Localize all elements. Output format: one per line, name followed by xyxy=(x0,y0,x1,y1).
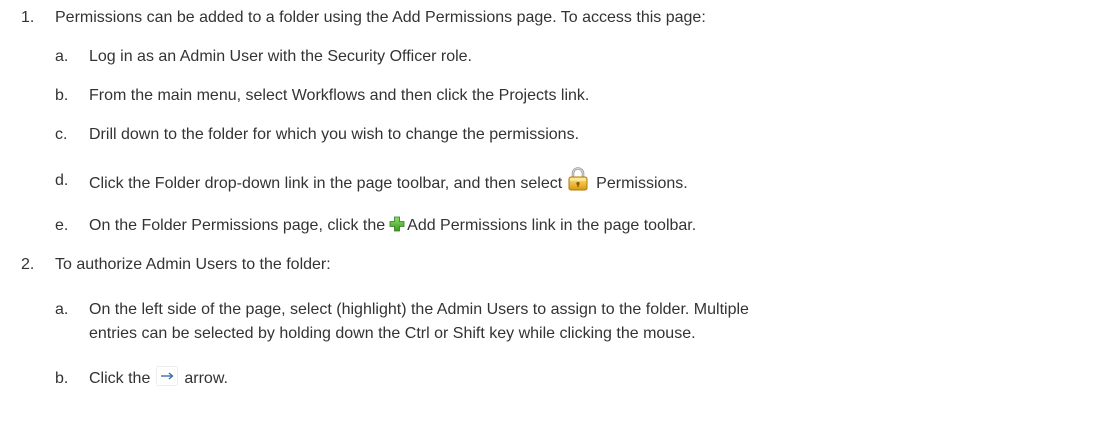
substep-text-before: Click the Folder drop-down link in the p… xyxy=(89,175,563,193)
substep-letter: e. xyxy=(55,217,69,234)
substep-text-before: Click the xyxy=(89,370,151,388)
substep-letter: a. xyxy=(55,301,69,318)
step-number: 2. xyxy=(21,256,35,273)
substep-letter: c. xyxy=(55,126,68,143)
substep-text: From the main menu, select Workflows and… xyxy=(89,87,590,104)
substep-text-before: On the Folder Permissions page, click th… xyxy=(89,217,386,234)
substep-text-after: arrow. xyxy=(184,370,228,388)
substep-letter: b. xyxy=(55,87,69,104)
substep-text: Click the arrow. xyxy=(89,366,228,389)
step-text: Permissions can be added to a folder usi… xyxy=(55,9,706,26)
substep-text: Drill down to the folder for which you w… xyxy=(89,126,580,143)
substep-text: Log in as an Admin User with the Securit… xyxy=(89,48,472,65)
substep-letter: d. xyxy=(55,172,69,189)
right-arrow-icon xyxy=(156,366,179,386)
substep-text-after: Permissions. xyxy=(596,175,688,193)
lock-icon xyxy=(566,166,590,192)
step-number: 1. xyxy=(21,9,35,26)
substep-text-line1: On the left side of the page, select (hi… xyxy=(89,301,749,318)
substep-text-after: Add Permissions link in the page toolbar… xyxy=(407,217,697,234)
green-plus-icon xyxy=(389,216,405,232)
substep-text-line2: entries can be selected by holding down … xyxy=(89,325,696,342)
substep-text: Click the Folder drop-down link in the p… xyxy=(89,167,688,197)
substep-letter: b. xyxy=(55,370,69,387)
instruction-document: 1. Permissions can be added to a folder … xyxy=(0,0,1099,444)
step-text: To authorize Admin Users to the folder: xyxy=(55,256,331,273)
substep-letter: a. xyxy=(55,48,69,65)
substep-text: On the Folder Permissions page, click th… xyxy=(89,216,696,236)
